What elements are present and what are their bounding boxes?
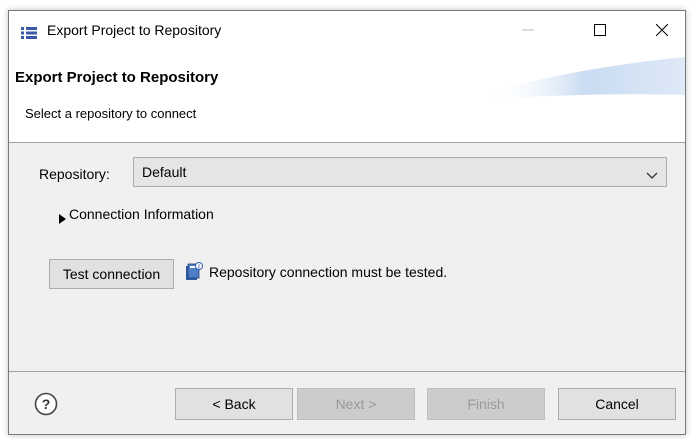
repository-label: Repository: bbox=[39, 166, 110, 182]
chevron-down-icon bbox=[646, 167, 658, 183]
svg-text:?: ? bbox=[42, 396, 51, 412]
finish-button[interactable]: Finish bbox=[427, 388, 545, 420]
repository-select[interactable]: Default bbox=[133, 157, 667, 187]
minimize-button[interactable] bbox=[505, 11, 551, 51]
next-button[interactable]: Next > bbox=[297, 388, 415, 420]
info-book-icon: i bbox=[185, 262, 203, 285]
test-connection-button[interactable]: Test connection bbox=[49, 259, 174, 289]
export-project-dialog: Export Project to Repository Export Proj… bbox=[8, 10, 686, 435]
wizard-page: Repository: Default Connection Informati… bbox=[9, 143, 685, 371]
wizard-icon bbox=[21, 26, 37, 39]
minimize-icon bbox=[522, 23, 534, 39]
connection-status-text: Repository connection must be tested. bbox=[209, 264, 448, 280]
close-button[interactable] bbox=[639, 11, 685, 51]
expand-triangle-icon[interactable] bbox=[59, 211, 67, 227]
maximize-button[interactable] bbox=[577, 11, 623, 51]
footer-separator bbox=[9, 371, 685, 372]
window-title: Export Project to Repository bbox=[47, 22, 222, 38]
header-banner-graphic bbox=[485, 57, 685, 99]
maximize-icon bbox=[594, 23, 606, 39]
back-button[interactable]: < Back bbox=[175, 388, 293, 420]
wizard-header: Export Project to Repository Select a re… bbox=[9, 51, 685, 143]
help-icon[interactable]: ? bbox=[34, 392, 58, 419]
title-bar: Export Project to Repository bbox=[9, 11, 685, 51]
connection-information-toggle[interactable]: Connection Information bbox=[69, 206, 214, 222]
cancel-button[interactable]: Cancel bbox=[558, 388, 676, 420]
wizard-subtitle: Select a repository to connect bbox=[25, 106, 197, 121]
repository-value: Default bbox=[142, 164, 187, 180]
close-icon bbox=[655, 23, 669, 39]
wizard-title: Export Project to Repository bbox=[15, 69, 219, 86]
